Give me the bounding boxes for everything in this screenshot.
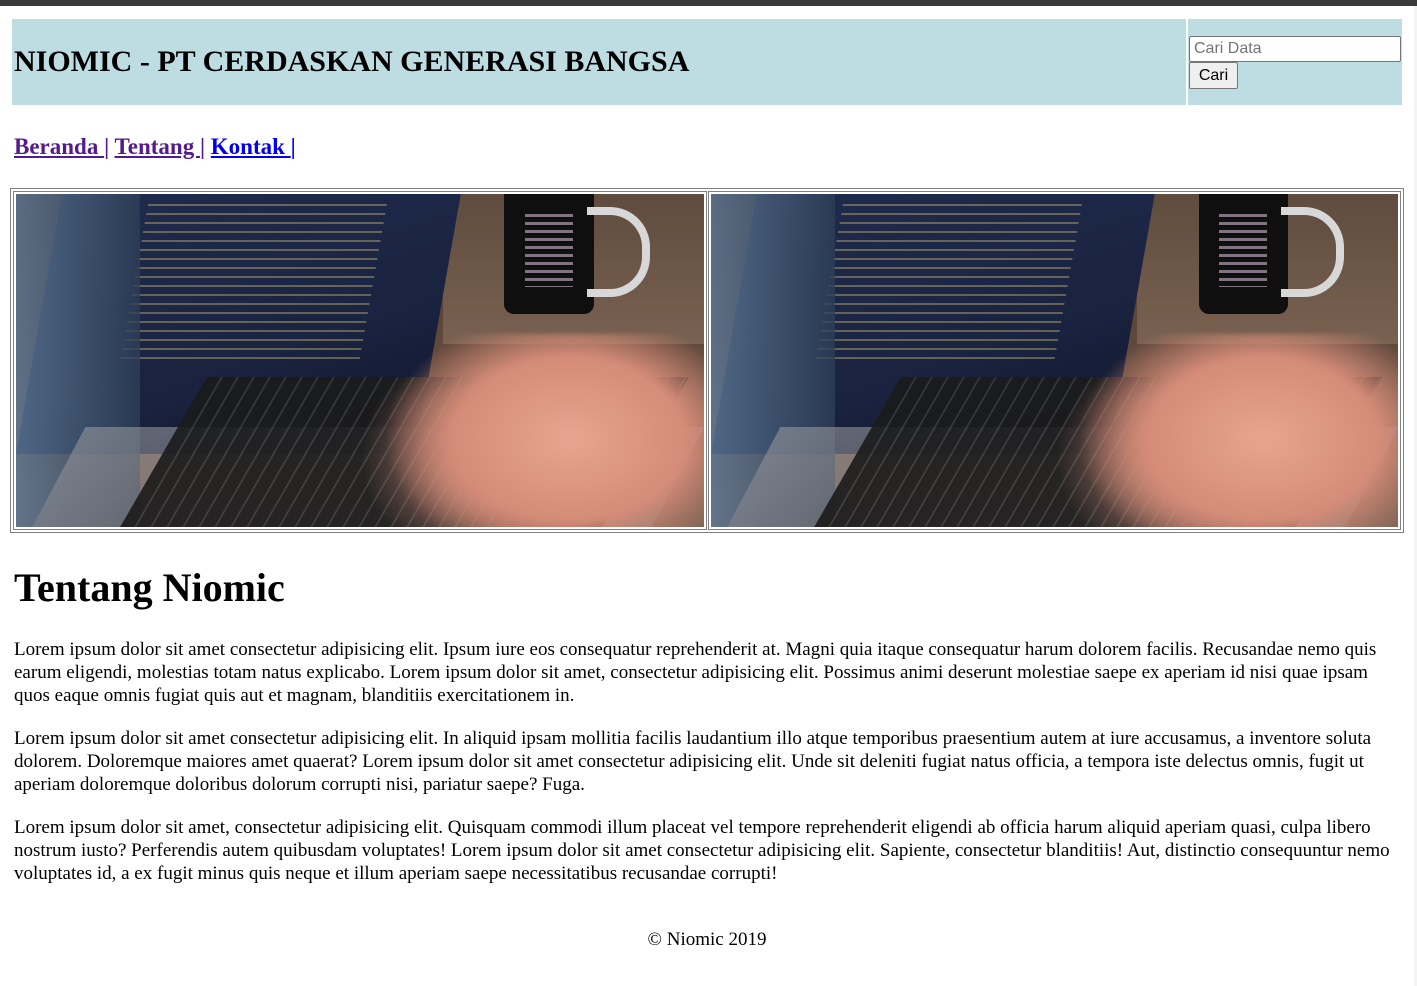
main-nav: Beranda | Tentang | Kontak |	[14, 132, 296, 162]
nav-link-beranda[interactable]: Beranda	[14, 134, 104, 159]
image-gallery-table	[10, 188, 1404, 533]
laptop-coding-photo	[16, 194, 704, 527]
about-paragraph: Lorem ipsum dolor sit amet consectetur a…	[14, 728, 1372, 795]
search-button[interactable]: Cari	[1189, 62, 1238, 89]
footer-copyright: © Niomic 2019	[647, 929, 767, 950]
nav-link-tentang[interactable]: Tentang	[115, 134, 200, 159]
nav-separator: |	[290, 134, 296, 159]
about-heading: Tentang Niomic	[14, 565, 285, 610]
nav-link-kontak[interactable]: Kontak	[211, 134, 291, 159]
gallery-cell	[708, 191, 1401, 530]
search-input[interactable]	[1189, 36, 1401, 62]
nav-separator: |	[199, 134, 206, 159]
nav-separator: |	[104, 134, 110, 159]
browser-top-bar	[0, 0, 1417, 6]
gallery-cell	[13, 191, 707, 530]
about-paragraph: Lorem ipsum dolor sit amet consectetur a…	[14, 639, 1377, 706]
laptop-coding-photo	[711, 194, 1398, 527]
about-paragraph: Lorem ipsum dolor sit amet, consectetur …	[14, 817, 1390, 884]
site-title: NIOMIC - PT CERDASKAN GENERASI BANGSA	[14, 45, 690, 78]
